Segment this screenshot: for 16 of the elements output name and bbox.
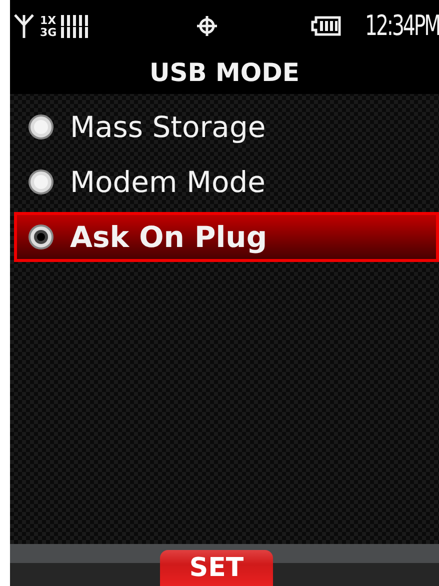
radio-button-icon xyxy=(28,224,54,250)
radio-button-icon xyxy=(28,169,54,195)
option-row[interactable]: Modem Mode xyxy=(14,157,439,207)
option-row[interactable]: Mass Storage xyxy=(14,102,439,152)
network-label: 3G xyxy=(40,26,58,38)
signal-bars-icon xyxy=(61,14,89,26)
set-button[interactable]: SET xyxy=(160,550,273,586)
battery-icon xyxy=(311,16,342,36)
signal-antenna-icon xyxy=(14,13,34,39)
network-label: 1X xyxy=(40,14,58,26)
option-row[interactable]: Ask On Plug xyxy=(14,212,439,262)
screen-title: USB MODE xyxy=(10,52,439,94)
radio-button-icon xyxy=(28,114,54,140)
clock-time: 12:34PM xyxy=(366,11,439,41)
crosshair-icon xyxy=(196,15,218,37)
signal-bars-icon xyxy=(61,26,89,38)
